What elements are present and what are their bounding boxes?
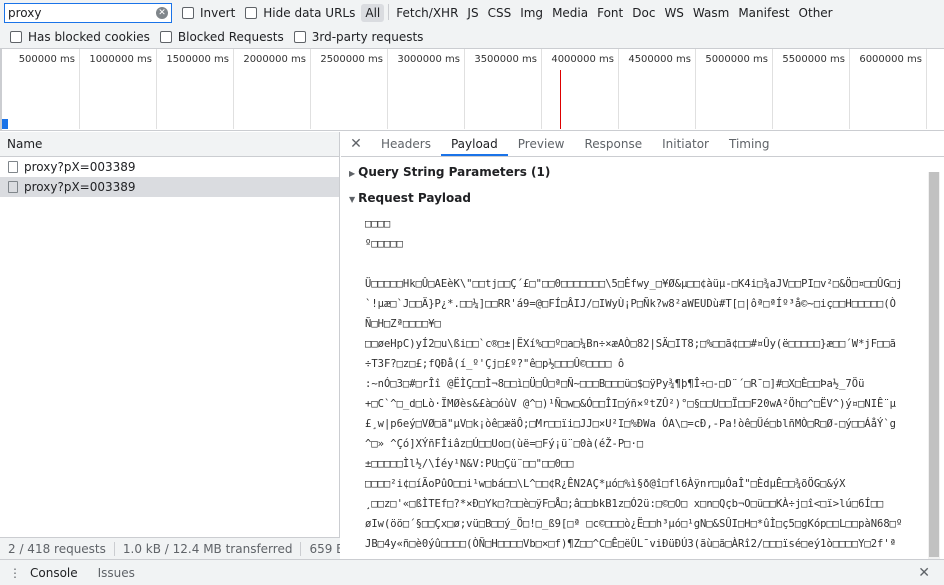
filter-input-value[interactable]: proxy (8, 6, 156, 20)
payload-line: º□□□□□ (365, 238, 403, 250)
hide-data-urls-checkbox[interactable]: Hide data URLs (245, 6, 355, 20)
payload-line: +□C`^□_d□Lò·ÏMØès&£à□óùV @^□)¹Ñ□w□&Ó□□ÎI… (365, 398, 897, 410)
tab-initiator[interactable]: Initiator (652, 132, 719, 156)
type-media[interactable]: Media (548, 4, 592, 22)
requests-panel: Name proxy?pX=003389 proxy?pX=003389 (0, 132, 340, 559)
tab-payload[interactable]: Payload (440, 132, 508, 156)
timeline-tick-label: 3500000 ms (474, 54, 537, 65)
divider (388, 3, 390, 20)
request-name: proxy?pX=003389 (24, 160, 136, 174)
clear-icon[interactable]: ✕ (156, 6, 168, 19)
third-party-checkbox[interactable]: 3rd-party requests (293, 29, 424, 44)
timeline-tick-label: 5500000 ms (782, 54, 845, 65)
type-fetch-xhr[interactable]: Fetch/XHR (392, 4, 462, 22)
third-party-label: 3rd-party requests (311, 29, 424, 44)
payload-content: □□□□ º□□□□□ Ü□□□□□Hk□Û□AEèK\"□□tj□□Ç´£□"□□… (365, 214, 925, 559)
details-panel: ✕ Headers Payload Preview Response Initi… (341, 132, 944, 559)
request-row[interactable]: proxy?pX=003389 (0, 157, 339, 177)
payload-line: `!µæ□`J□□Ä}P¿*.□□¼]□□RR'á9=@□FÍ□ÂIJ/□IWy… (365, 298, 897, 310)
section-title: Query String Parameters (1) (358, 165, 551, 179)
request-row-selected[interactable]: proxy?pX=003389 (0, 177, 339, 197)
timeline-tick-label: 1500000 ms (166, 54, 229, 65)
resources-size: 659 B / 2 (301, 542, 340, 556)
close-drawer-icon[interactable]: ✕ (918, 565, 930, 581)
payload-line: ^□» ^Çó]XÝñFÎiâz□Ú□□Uo□(ùë=□Fý¡ü¨□0à(éŽ-… (365, 438, 644, 450)
timeline-tick-label: 3000000 ms (397, 54, 460, 65)
tab-timing[interactable]: Timing (719, 132, 780, 156)
request-payload-section[interactable]: ▼ Request Payload (349, 191, 471, 205)
invert-checkbox[interactable]: Invert (182, 6, 235, 20)
type-all[interactable]: All (361, 3, 385, 22)
payload-line: □□□□ (365, 218, 391, 230)
payload-line: øIw(öö□´§□□Çx□ø;vü□B□□ý_Ö□!□_ß9[□ª □c©□□… (365, 518, 903, 530)
request-bar (2, 119, 8, 129)
details-tabs: ✕ Headers Payload Preview Response Initi… (341, 132, 944, 157)
file-icon (8, 181, 18, 193)
query-string-section[interactable]: ▶ Query String Parameters (1) (349, 165, 550, 179)
payload-line: □□øeHpC)yÍ2□u\ßi□□`c®□±|ËXí%□□º□a□¼Bn÷×æ… (365, 338, 897, 350)
status-bar: 2 / 418 requests 1.0 kB / 12.4 MB transf… (0, 537, 340, 559)
tab-preview[interactable]: Preview (508, 132, 575, 156)
section-title: Request Payload (358, 191, 471, 205)
payload-line: :~nÓ□3□#□rÎî @ËÌÇ□□Ì¬8□□ì□Ü□Û□ª□Ñ~□□□B□□… (365, 378, 865, 390)
payload-line: □□□□²i¢□íÃoPûO□□i¹w□bá□□\L^□□¢R¿ÊN2AÇ*µó… (365, 478, 846, 490)
transferred-size: 1.0 kB / 12.4 MB transferred (115, 541, 302, 556)
type-ws[interactable]: WS (660, 4, 687, 22)
timeline-gridline (926, 49, 927, 129)
blocked-requests-checkbox[interactable]: Blocked Requests (159, 29, 284, 44)
type-img[interactable]: Img (516, 4, 547, 22)
request-count: 2 / 418 requests (0, 541, 115, 556)
invert-label: Invert (200, 5, 236, 20)
timeline-tick-label: 4500000 ms (628, 54, 691, 65)
payload-line: £¸w|p6eý□VØ□ã"µV□k¡òê□æäÔ;□Mr□□ïi□JJ□×U²… (365, 418, 897, 430)
payload-line: Ü□□□□□Hk□Û□AEèK\"□□tj□□Ç´£□"□□0□□□□□□□\5… (365, 278, 903, 290)
payload-line: ±□□□□□Ìl½/\Íéy¹N&V:PU□Çü¨□□"□□0□□ (365, 458, 574, 470)
timeline-tick-label: 2000000 ms (243, 54, 306, 65)
more-icon[interactable]: ⋮ (0, 566, 30, 580)
type-manifest[interactable]: Manifest (734, 4, 793, 22)
filter-input[interactable]: proxy ✕ (4, 2, 172, 23)
payload-line: JB□4y«ñ□è0ýû□□□□(ÒÑ□H□□□□Vb□×□f)¶Z□□^C□Ê… (365, 538, 897, 550)
hide-data-urls-label: Hide data URLs (263, 5, 356, 20)
filter-toolbar-2: Has blocked cookies Blocked Requests 3rd… (0, 25, 944, 49)
load-event-marker (560, 70, 561, 129)
resource-type-filters: All Fetch/XHR JS CSS Img Media Font Doc … (361, 3, 837, 22)
type-font[interactable]: Font (593, 4, 627, 22)
scrollbar[interactable] (928, 172, 940, 559)
payload-line: ÷T3F?□z□£;fQÐå(í_º'Çj□£º?"ê□p½□□□Û©□□□□ … (365, 358, 625, 370)
has-blocked-cookies-label: Has blocked cookies (28, 29, 150, 44)
tab-headers[interactable]: Headers (371, 132, 441, 156)
timeline-tick-label: 6000000 ms (859, 54, 922, 65)
triangle-down-icon: ▼ (349, 195, 356, 204)
triangle-right-icon: ▶ (349, 169, 356, 178)
payload-line (365, 254, 925, 274)
scrollbar-thumb[interactable] (929, 172, 939, 557)
bottom-drawer: ⋮ Console Issues ✕ (0, 559, 944, 585)
file-icon (8, 161, 18, 173)
type-css[interactable]: CSS (484, 4, 516, 22)
close-icon[interactable]: ✕ (341, 132, 371, 156)
timeline-tick-label: 500000 ms (18, 54, 75, 65)
payload-line: ¸□□z□'«□ßÌTEf□?*×Ð□Yk□?□□è□ÿF□Å□;â□□bkB1… (365, 498, 884, 510)
blocked-requests-label: Blocked Requests (177, 29, 284, 44)
tab-response[interactable]: Response (574, 132, 652, 156)
timeline-tick-label: 2500000 ms (320, 54, 383, 65)
name-column-header[interactable]: Name (0, 132, 339, 157)
type-js[interactable]: JS (463, 4, 482, 22)
filter-toolbar: proxy ✕ Invert Hide data URLs All Fetch/X… (0, 0, 944, 25)
request-name: proxy?pX=003389 (24, 180, 136, 194)
overview-timeline[interactable]: 500000 ms 1000000 ms 1500000 ms 2000000 ms 2… (0, 49, 944, 131)
type-wasm[interactable]: Wasm (689, 4, 733, 22)
has-blocked-cookies-checkbox[interactable]: Has blocked cookies (10, 30, 150, 44)
timeline-tick-label: 5000000 ms (705, 54, 768, 65)
payload-line: Ñ□H□Zª□□□□¥□ (365, 318, 441, 330)
timeline-tick-label: 1000000 ms (89, 54, 152, 65)
type-doc[interactable]: Doc (628, 4, 659, 22)
tab-console[interactable]: Console (30, 566, 78, 580)
type-other[interactable]: Other (795, 4, 837, 22)
timeline-tick-label: 4000000 ms (551, 54, 614, 65)
tab-issues[interactable]: Issues (98, 566, 135, 580)
